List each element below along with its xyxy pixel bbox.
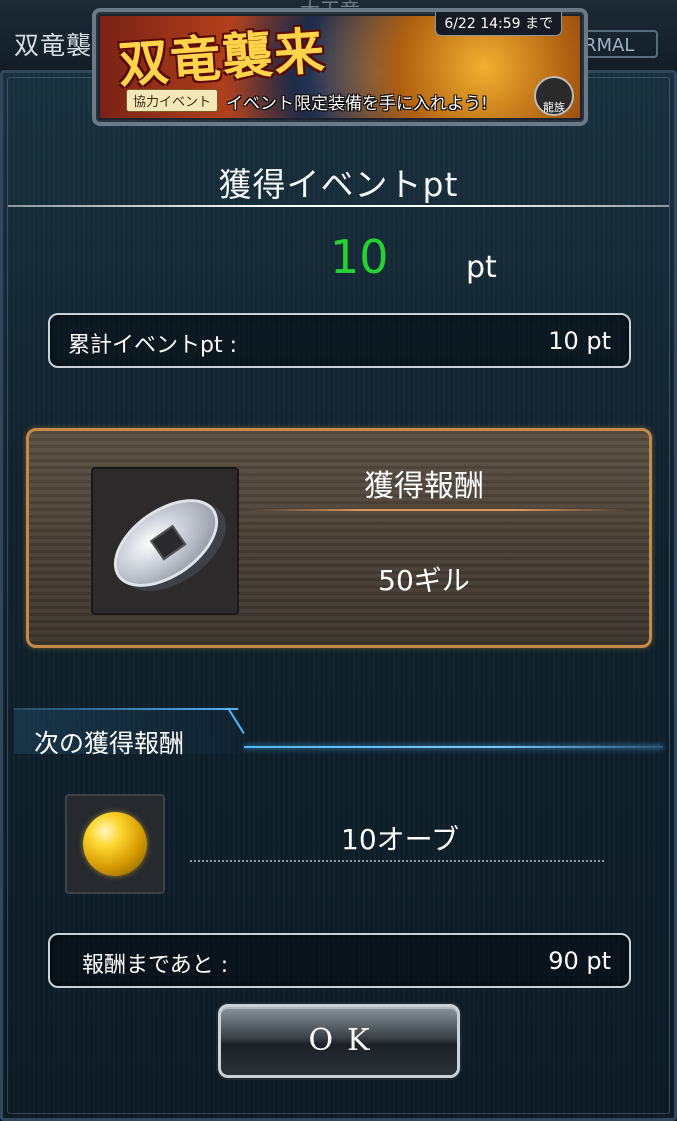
banner-deadline: 6/22 14:59 まで bbox=[435, 12, 562, 36]
remaining-points-label: 報酬まであと : bbox=[82, 953, 229, 978]
total-points-value: 10 pt bbox=[548, 327, 611, 355]
total-points-label: 累計イベントpt : bbox=[68, 333, 237, 358]
reward-icon-frame bbox=[91, 467, 239, 615]
title-divider bbox=[8, 205, 669, 207]
earned-points-unit: pt bbox=[466, 250, 497, 285]
next-reward-header-rule bbox=[244, 746, 663, 748]
reward-divider bbox=[249, 509, 629, 511]
banner-logo: 双竜襲来 bbox=[116, 20, 329, 95]
dialog-title: 獲得イベントpt bbox=[218, 165, 459, 204]
coin-icon bbox=[98, 481, 234, 605]
reward-name: 50ギル bbox=[378, 564, 470, 597]
background-mode-badge: RMAL bbox=[578, 30, 658, 58]
ok-button[interactable]: OK bbox=[218, 1004, 460, 1078]
remaining-points-value: 90 pt bbox=[548, 947, 611, 975]
event-banner[interactable]: 双竜襲来 6/22 14:59 まで 協力イベント イベント限定装備を手に入れよ… bbox=[92, 8, 588, 126]
dragon-emblem-icon: 龍族 bbox=[534, 76, 574, 116]
next-reward-header: 次の獲得報酬 bbox=[34, 729, 185, 758]
coin-hole bbox=[149, 524, 187, 561]
total-points-field: 累計イベントpt : 10 pt bbox=[48, 313, 631, 368]
acquired-reward-panel: 獲得報酬 50ギル bbox=[26, 428, 652, 648]
ok-button-label: OK bbox=[308, 1023, 384, 1058]
orb-icon bbox=[83, 812, 147, 876]
earned-points-value: 10 bbox=[330, 230, 389, 284]
banner-catchphrase: イベント限定装備を手に入れよう! bbox=[226, 94, 488, 114]
next-reward-header-line bbox=[14, 708, 238, 710]
remaining-points-field: 報酬まであと : 90 pt bbox=[48, 933, 631, 988]
next-reward-divider bbox=[190, 860, 604, 862]
next-reward-name: 10オーブ bbox=[341, 823, 459, 856]
next-reward-icon-frame bbox=[65, 794, 165, 894]
banner-tag: 協力イベント bbox=[126, 89, 219, 112]
reward-title: 獲得報酬 bbox=[364, 469, 484, 504]
background-title: 双竜襲 bbox=[14, 31, 93, 60]
